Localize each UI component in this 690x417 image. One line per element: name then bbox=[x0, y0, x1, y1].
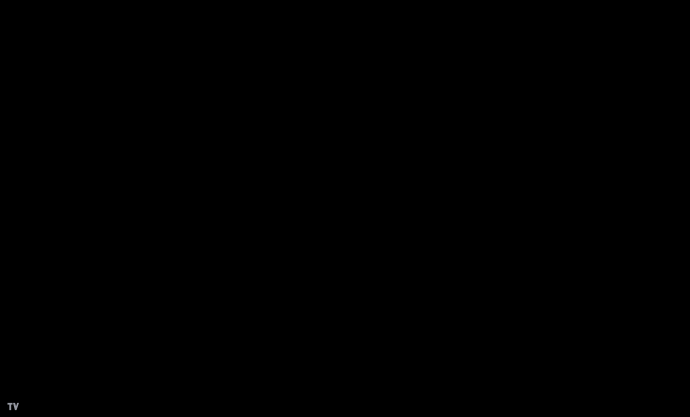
indicator-row-volume[interactable] bbox=[38, 30, 46, 38]
tradingview-logo-icon bbox=[7, 401, 19, 412]
indicator-row-sma1[interactable] bbox=[38, 39, 46, 47]
tradingview-screenshot bbox=[0, 0, 690, 417]
indicator-row-sma2[interactable] bbox=[38, 48, 46, 56]
symbol-title-row[interactable] bbox=[38, 12, 46, 20]
symbol-legend[interactable] bbox=[38, 12, 46, 57]
chart-canvas[interactable] bbox=[0, 0, 690, 417]
indicator-row-accum-dist[interactable] bbox=[38, 274, 42, 283]
indicator-row-vrvp[interactable] bbox=[38, 21, 46, 29]
indicator-row-macd[interactable] bbox=[38, 309, 50, 318]
tradingview-logo[interactable] bbox=[7, 401, 23, 412]
indicator-row-stoch[interactable] bbox=[38, 348, 46, 357]
